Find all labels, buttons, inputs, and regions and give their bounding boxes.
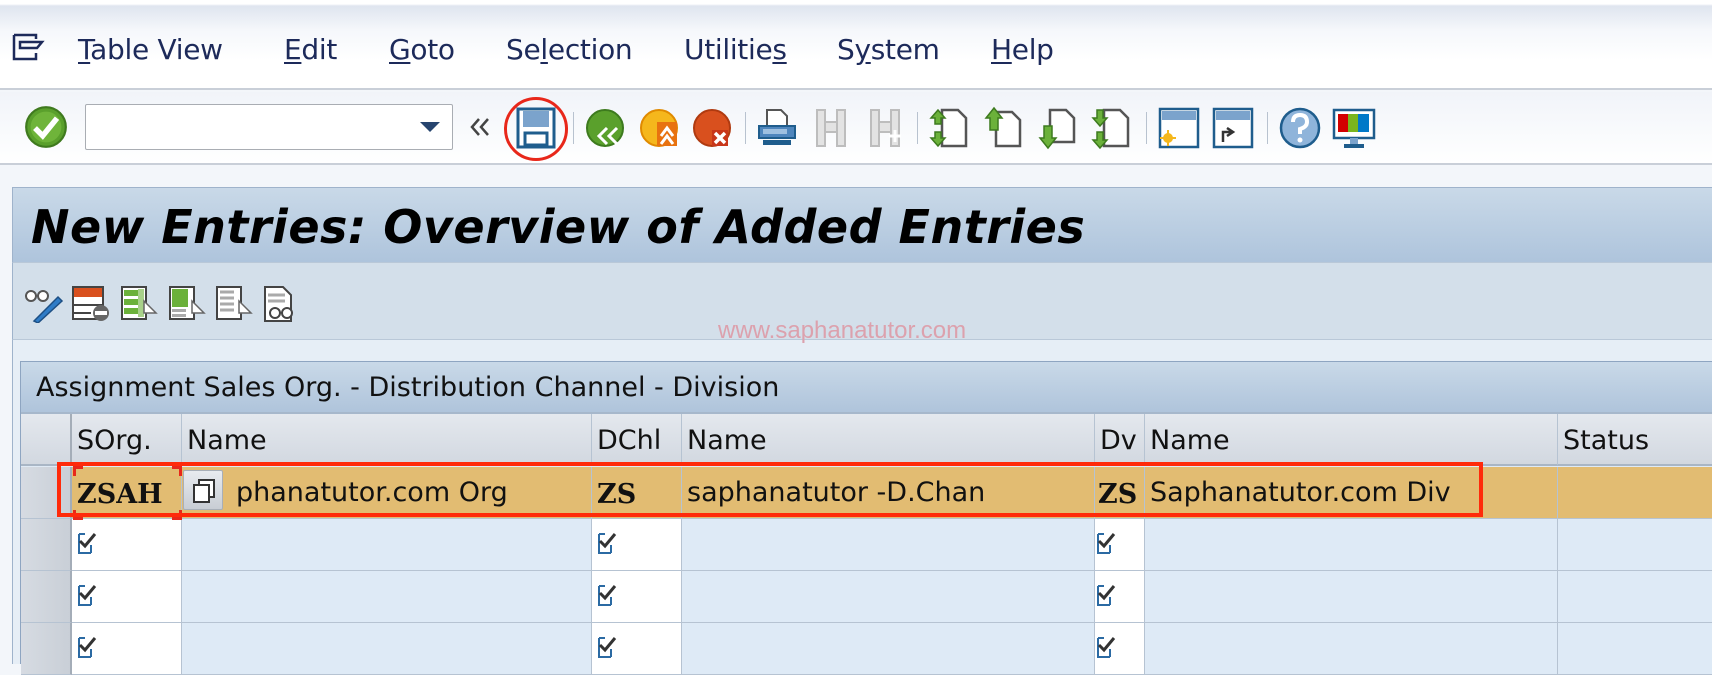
previous-page-icon[interactable] — [982, 106, 1026, 150]
document-glasses-icon[interactable] — [263, 283, 303, 323]
dchl-name-field — [682, 519, 1095, 571]
dchl-name-field — [682, 571, 1095, 623]
column-header-dv[interactable]: Dv — [1095, 414, 1145, 466]
required-entry-icon — [78, 637, 97, 658]
status-field — [1558, 467, 1712, 519]
menu-system[interactable]: System — [837, 33, 940, 66]
row-selector[interactable] — [21, 571, 72, 623]
dv-field[interactable] — [1095, 519, 1145, 571]
required-entry-icon — [1097, 533, 1116, 554]
sorg-name-field — [182, 623, 592, 675]
sorg-field[interactable] — [72, 519, 182, 571]
first-page-icon[interactable] — [928, 106, 972, 150]
dchl-field[interactable] — [592, 571, 682, 623]
select-all-icon[interactable] — [120, 283, 160, 323]
next-page-icon[interactable] — [1036, 106, 1080, 150]
dv-field[interactable] — [1095, 571, 1145, 623]
double-chevron-left-icon[interactable] — [468, 114, 494, 140]
required-entry-icon — [598, 637, 617, 658]
select-all-rows-button[interactable] — [21, 414, 72, 466]
dv-field[interactable] — [1095, 623, 1145, 675]
table-row — [21, 519, 1712, 571]
watermark-text: www.saphanatutor.com — [718, 317, 967, 344]
column-header-sorg-name[interactable]: Name — [182, 414, 592, 466]
row-selector[interactable] — [21, 519, 72, 571]
red-cancel-icon[interactable] — [690, 106, 734, 150]
deselect-all-icon[interactable] — [215, 283, 255, 323]
menu-utilities[interactable]: Utilities — [684, 33, 787, 66]
column-header-dv-name[interactable]: Name — [1145, 414, 1558, 466]
chevron-down-icon[interactable] — [420, 122, 440, 132]
floppy-save-icon[interactable] — [514, 106, 558, 150]
required-entry-icon — [78, 533, 97, 554]
required-entry-icon — [598, 585, 617, 606]
menu-selection[interactable]: Selection — [506, 33, 633, 66]
column-header-sorg[interactable]: SOrg. — [72, 414, 182, 466]
glasses-pencil-icon[interactable] — [24, 283, 64, 323]
dchl-field[interactable] — [592, 519, 682, 571]
command-field[interactable] — [85, 104, 453, 150]
dv-name-field — [1145, 623, 1558, 675]
row-selector[interactable] — [21, 623, 72, 675]
sorg-field[interactable] — [72, 623, 182, 675]
sorg-name-field — [182, 519, 592, 571]
table-header-row: SOrg. Name DChl Name Dv Name Status — [21, 414, 1712, 466]
binoculars-plus-icon[interactable] — [863, 106, 907, 150]
status-field — [1558, 623, 1712, 675]
dv-field[interactable]: ZS — [1095, 467, 1145, 519]
dchl-name-field — [682, 623, 1095, 675]
column-header-dchl[interactable]: DChl — [592, 414, 682, 466]
sorg-field[interactable] — [72, 571, 182, 623]
orange-exit-icon[interactable] — [637, 106, 681, 150]
monitor-colors-icon[interactable] — [1332, 106, 1376, 150]
command-input[interactable] — [86, 105, 406, 149]
new-session-icon[interactable] — [1157, 106, 1201, 150]
menu-bar: Table View Edit Goto Selection Utilities… — [0, 0, 1712, 90]
dchl-field[interactable]: ZS — [592, 467, 682, 519]
row-selector[interactable] — [21, 467, 72, 519]
green-back-icon[interactable] — [583, 106, 627, 150]
dchl-name-field[interactable]: saphanatutor -D.Chan — [682, 467, 1095, 519]
status-field — [1558, 571, 1712, 623]
select-block-icon[interactable] — [168, 283, 208, 323]
menu-table-view[interactable]: Table View — [78, 33, 223, 66]
copy-icon — [193, 479, 215, 503]
printer-icon[interactable] — [755, 106, 799, 150]
table-title-bar: Assignment Sales Org. - Distribution Cha… — [21, 362, 1712, 414]
sorg-name-field — [182, 571, 592, 623]
table-row — [21, 571, 1712, 623]
table-row: ZSAH phanatutor.com Org ZS saphanatutor … — [21, 467, 1712, 519]
green-check-enter-icon[interactable] — [24, 105, 68, 149]
dv-name-field — [1145, 519, 1558, 571]
menu-edit[interactable]: Edit — [284, 33, 337, 66]
dv-name-field — [1145, 571, 1558, 623]
menu-goto[interactable]: Goto — [389, 33, 455, 66]
delete-row-icon[interactable] — [71, 283, 111, 323]
help-icon[interactable] — [1278, 106, 1322, 150]
column-header-dchl-name[interactable]: Name — [682, 414, 1095, 466]
required-entry-icon — [1097, 585, 1116, 606]
column-header-status[interactable]: Status — [1558, 414, 1712, 466]
sorg-name-field[interactable]: phanatutor.com Org — [182, 467, 592, 519]
dv-name-field[interactable]: Saphanatutor.com Div — [1145, 467, 1558, 519]
sorg-field[interactable]: ZSAH — [72, 467, 182, 519]
binoculars-icon[interactable] — [809, 106, 853, 150]
status-field — [1558, 519, 1712, 571]
menu-help[interactable]: Help — [991, 33, 1054, 66]
dchl-field[interactable] — [592, 623, 682, 675]
last-page-icon[interactable] — [1090, 106, 1134, 150]
menu-list-icon[interactable] — [12, 33, 46, 61]
required-entry-icon — [598, 533, 617, 554]
title-bar: New Entries: Overview of Added Entries — [12, 187, 1712, 262]
table-control: Assignment Sales Org. - Distribution Cha… — [20, 361, 1712, 675]
table-title: Assignment Sales Org. - Distribution Cha… — [36, 372, 780, 403]
system-toolbar — [0, 92, 1712, 165]
table-row — [21, 623, 1712, 675]
shortcut-icon[interactable] — [1211, 106, 1255, 150]
page-title: New Entries: Overview of Added Entries — [31, 200, 1086, 254]
required-entry-icon — [78, 585, 97, 606]
required-entry-icon — [1097, 637, 1116, 658]
copy-value-button[interactable] — [183, 470, 223, 510]
